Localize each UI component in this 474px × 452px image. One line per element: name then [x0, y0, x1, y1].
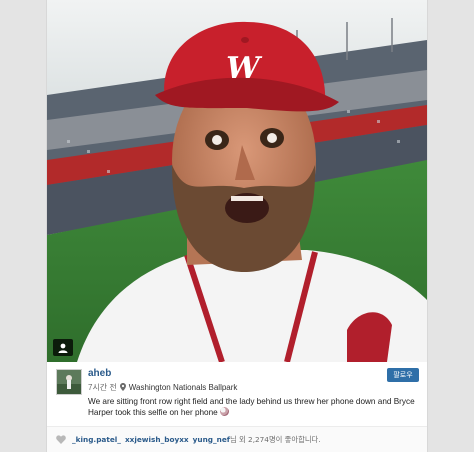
- like-user-link[interactable]: _king.patel_: [72, 435, 121, 444]
- like-user-link[interactable]: yung_nef: [193, 435, 230, 444]
- post-caption: We are sitting front row right field and…: [88, 396, 418, 418]
- location-link[interactable]: Washington Nationals Ballpark: [129, 383, 238, 392]
- caption-text: We are sitting front row right field and…: [88, 397, 415, 417]
- post-info-row: 7시간 전 Washington Nationals Ballpark: [88, 382, 237, 393]
- svg-text:W: W: [226, 51, 263, 86]
- likes-count-text: 님 외 2,274명이 좋아합니다.: [229, 435, 321, 444]
- location-pin-icon: [119, 382, 126, 393]
- avatar[interactable]: [56, 369, 82, 395]
- post-time[interactable]: 7시간 전: [88, 382, 117, 393]
- likes-bar: _king.patel_ xxjewish_boyxx yung_nef님 외 2,…: [47, 426, 427, 452]
- person-tag-icon[interactable]: [53, 339, 73, 356]
- like-user-link[interactable]: xxjewish_boyxx: [125, 435, 189, 444]
- username-link[interactable]: aheb: [88, 368, 111, 379]
- likes-text: _king.patel_ xxjewish_boyxx yung_nef님 외 2,…: [72, 435, 321, 445]
- heart-icon[interactable]: [56, 435, 66, 444]
- post-photo[interactable]: W: [47, 0, 427, 362]
- post-card: W aheb 7시간 전 Washington Nationals Ballpa…: [47, 0, 427, 452]
- baseball-emoji-icon: [219, 407, 229, 416]
- post-meta: aheb 7시간 전 Washington Nationals Ballpark…: [47, 362, 427, 426]
- follow-button[interactable]: 팔로우: [387, 368, 419, 382]
